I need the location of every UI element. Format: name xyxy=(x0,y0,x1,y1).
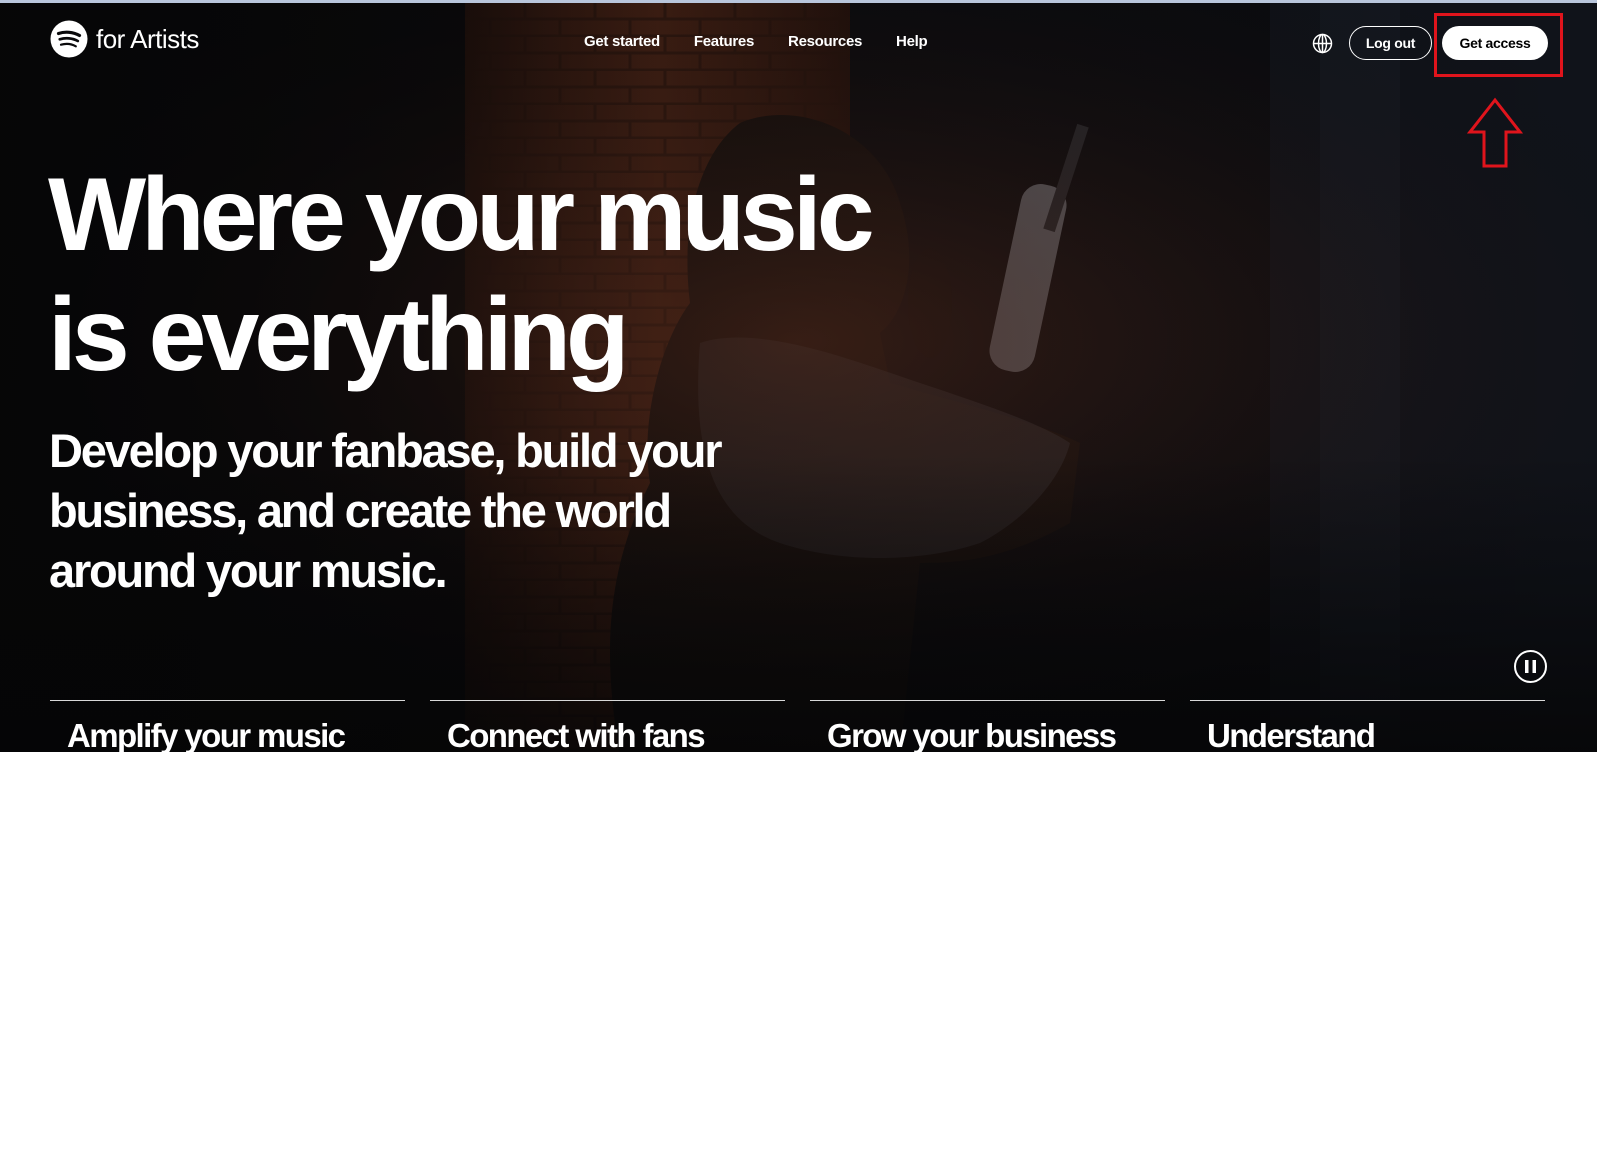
spotify-logo-icon xyxy=(50,20,88,58)
brand-name: for Artists xyxy=(96,23,199,54)
tab-label: Understand xyxy=(1207,717,1376,752)
pause-icon xyxy=(1525,660,1536,673)
nav-get-started[interactable]: Get started xyxy=(584,33,660,50)
hero-section: for Artists Get started Features Resourc… xyxy=(0,0,1597,752)
hero-headline-line-1: Where your music xyxy=(48,157,875,273)
tab-label: Grow your business xyxy=(827,717,1117,752)
logout-button[interactable]: Log out xyxy=(1349,26,1432,60)
feature-tabs: Amplify your music Connect with fans Gro… xyxy=(50,700,1548,752)
tab-understand[interactable]: Understand xyxy=(1190,700,1545,752)
video-pause-button[interactable] xyxy=(1514,650,1547,683)
arrow-up-outline-icon xyxy=(1467,97,1523,168)
nav-resources[interactable]: Resources xyxy=(788,33,862,50)
highlight-box xyxy=(1434,13,1563,77)
brand-logo-link[interactable]: for Artists xyxy=(50,19,199,59)
globe-icon[interactable] xyxy=(1312,33,1333,54)
hero-headline: Where your music is everything xyxy=(48,155,948,395)
hero-headline-line-2: is everything xyxy=(48,277,630,393)
hero-subhead: Develop your fanbase, build your busines… xyxy=(49,424,722,597)
nav-features[interactable]: Features xyxy=(694,33,754,50)
blank-page-area xyxy=(0,752,1600,1168)
nav-help[interactable]: Help xyxy=(896,33,928,50)
top-navigation-bar: for Artists Get started Features Resourc… xyxy=(0,3,1597,83)
tab-label: Amplify your music xyxy=(67,717,346,752)
tab-connect-with-fans[interactable]: Connect with fans xyxy=(430,700,785,752)
screenshot: for Artists Get started Features Resourc… xyxy=(0,0,1600,1168)
tab-amplify-your-music[interactable]: Amplify your music xyxy=(50,700,405,752)
tab-label: Connect with fans xyxy=(447,717,706,752)
tab-grow-your-business[interactable]: Grow your business xyxy=(810,700,1165,752)
main-nav: Get started Features Resources Help xyxy=(584,33,928,50)
